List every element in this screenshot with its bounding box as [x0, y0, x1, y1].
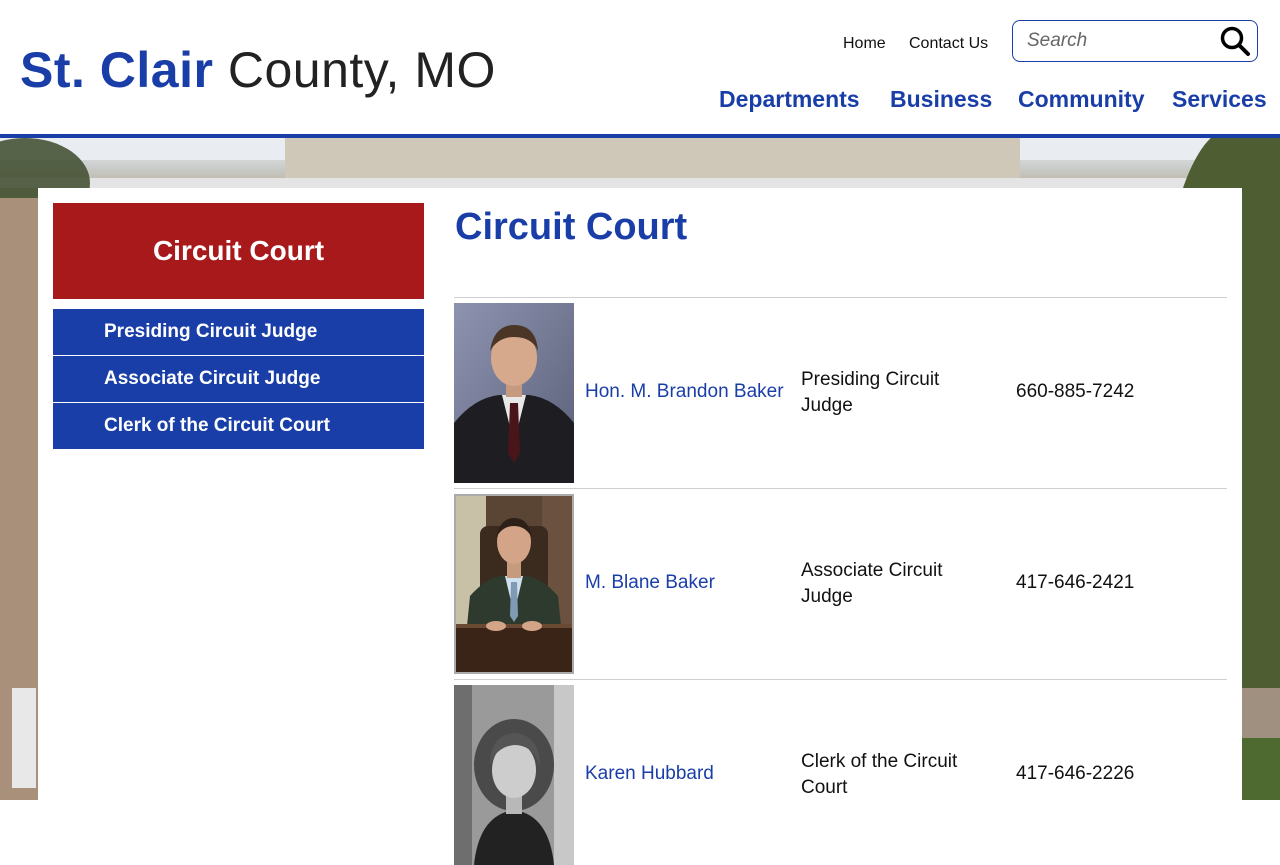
person-name-link[interactable]: M. Blane Baker	[585, 572, 715, 594]
divider	[454, 679, 1227, 680]
logo-rest-text: County, MO	[213, 42, 496, 98]
nav-departments[interactable]: Departments	[719, 86, 860, 113]
divider	[454, 297, 1227, 298]
sidebar-item-associate-judge[interactable]: Associate Circuit Judge	[53, 356, 424, 402]
sidebar-item-presiding-judge[interactable]: Presiding Circuit Judge	[53, 309, 424, 355]
person-photo	[454, 494, 574, 674]
person-title: Associate Circuit Judge	[801, 560, 943, 607]
nav-services[interactable]: Services	[1172, 86, 1267, 113]
sidebar-item-clerk[interactable]: Clerk of the Circuit Court	[53, 403, 424, 449]
site-logo[interactable]: St. Clair County, MO	[20, 40, 496, 100]
sidebar-heading: Circuit Court	[53, 203, 424, 299]
nav-community[interactable]: Community	[1018, 86, 1145, 113]
divider	[454, 488, 1227, 489]
site-header: St. Clair County, MO Home Contact Us Dep…	[0, 0, 1280, 138]
person-phone: 660-885-7242	[1016, 381, 1135, 402]
content-card: Circuit Court Presiding Circuit Judge As…	[38, 188, 1242, 865]
home-link[interactable]: Home	[843, 35, 886, 53]
page-title: Circuit Court	[455, 206, 688, 248]
search-icon[interactable]	[1219, 25, 1251, 57]
search-input[interactable]	[1027, 29, 1207, 53]
person-phone: 417-646-2226	[1016, 763, 1135, 784]
person-title: Presiding Circuit Judge	[801, 369, 940, 416]
contact-us-link[interactable]: Contact Us	[909, 35, 988, 53]
person-name-link[interactable]: Karen Hubbard	[585, 763, 714, 785]
person-photo	[454, 685, 574, 865]
nav-business[interactable]: Business	[890, 86, 992, 113]
person-phone: 417-646-2421	[1016, 572, 1135, 593]
person-name-link[interactable]: Hon. M. Brandon Baker	[585, 381, 784, 403]
person-title: Clerk of the Circuit Court	[801, 751, 958, 798]
logo-bold-text: St. Clair	[20, 42, 214, 98]
search-box	[1012, 20, 1258, 62]
person-photo	[454, 303, 574, 483]
